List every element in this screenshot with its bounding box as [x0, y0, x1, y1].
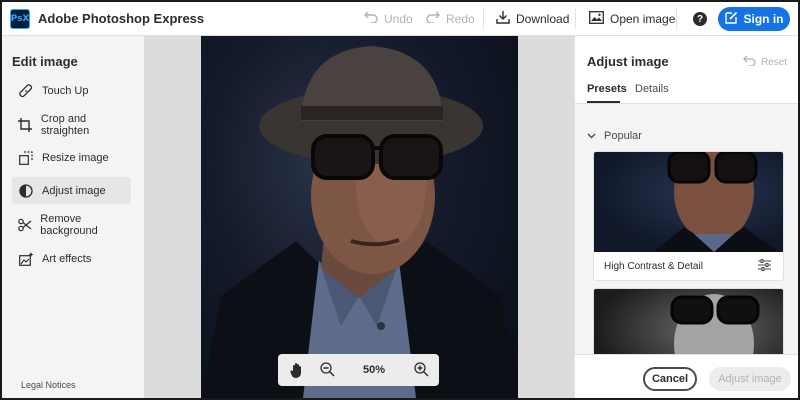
- redo-button[interactable]: Redo: [426, 2, 475, 35]
- edit-sidebar: Edit image Touch Up Crop and straighten …: [2, 36, 144, 398]
- chevron-down-icon: [587, 130, 596, 142]
- open-image-label: Open image: [610, 11, 676, 26]
- adjust-icon: [18, 183, 34, 199]
- legal-notices-link[interactable]: Legal Notices: [21, 380, 76, 390]
- sidebar-title: Edit image: [12, 54, 78, 69]
- sidebar-item-label: Touch Up: [42, 84, 89, 97]
- preset-card[interactable]: [593, 288, 784, 354]
- app-header: PsX Adobe Photoshop Express Undo Redo Do…: [2, 2, 798, 36]
- undo-button[interactable]: Undo: [364, 2, 413, 35]
- resize-icon: [18, 150, 34, 166]
- help-icon[interactable]: ?: [693, 12, 707, 26]
- reset-icon: [743, 55, 756, 69]
- sign-in-button[interactable]: Sign in: [718, 7, 790, 31]
- undo-label: Undo: [384, 11, 413, 26]
- undo-icon: [364, 11, 378, 26]
- sidebar-item-label: Resize image: [42, 151, 109, 164]
- app-title: Adobe Photoshop Express: [38, 11, 205, 26]
- download-button[interactable]: Download: [496, 2, 569, 35]
- reset-button[interactable]: Reset: [743, 55, 787, 69]
- edit-icon: [724, 11, 738, 27]
- zoom-out-icon[interactable]: [320, 362, 335, 380]
- sidebar-item-label: Adjust image: [42, 184, 106, 197]
- art-effects-icon: [18, 251, 34, 267]
- preset-card-high-contrast[interactable]: High Contrast & Detail: [593, 151, 784, 281]
- panel-footer: Cancel Adjust image: [575, 354, 798, 398]
- sidebar-item-touch-up[interactable]: Touch Up: [12, 77, 131, 104]
- edited-photo: [201, 36, 518, 398]
- header-divider: [676, 9, 677, 29]
- sliders-icon[interactable]: [758, 258, 771, 274]
- tab-details[interactable]: Details: [635, 83, 669, 95]
- preset-label: High Contrast & Detail: [604, 260, 703, 272]
- sidebar-item-resize[interactable]: Resize image: [12, 144, 131, 171]
- adjust-panel: Adjust image Reset Presets Details Popul…: [574, 36, 798, 398]
- app-window: PsX Adobe Photoshop Express Undo Redo Do…: [0, 0, 800, 400]
- download-icon: [496, 10, 510, 27]
- sidebar-item-label: Crop and straighten: [40, 112, 90, 137]
- image-canvas: 50%: [144, 36, 574, 398]
- redo-icon: [426, 11, 440, 26]
- popular-section-toggle[interactable]: Popular: [587, 130, 642, 142]
- presets-list[interactable]: Popular High Contrast & Detail: [575, 104, 798, 354]
- bandage-icon: [18, 83, 34, 99]
- sign-in-label: Sign in: [743, 12, 784, 26]
- zoom-level: 50%: [363, 364, 386, 376]
- reset-label: Reset: [761, 56, 788, 68]
- open-image-button[interactable]: Open image: [589, 2, 675, 35]
- app-logo: PsX: [10, 8, 30, 29]
- crop-icon: [18, 117, 33, 133]
- sidebar-item-label: Remove background: [40, 212, 98, 237]
- panel-title: Adjust image: [587, 54, 669, 69]
- tab-presets[interactable]: Presets: [587, 83, 627, 95]
- redo-label: Redo: [446, 11, 475, 26]
- preset-thumbnail: [594, 152, 783, 252]
- header-divider: [483, 9, 484, 29]
- sidebar-item-crop[interactable]: Crop and straighten: [12, 111, 131, 138]
- sidebar-item-art-effects[interactable]: Art effects: [12, 245, 131, 272]
- zoom-toolbar: 50%: [278, 354, 439, 386]
- adjust-image-button[interactable]: Adjust image: [709, 367, 791, 391]
- hand-icon[interactable]: [290, 362, 304, 381]
- cancel-button[interactable]: Cancel: [643, 367, 697, 391]
- preset-thumbnail: [594, 289, 783, 354]
- zoom-in-icon[interactable]: [414, 362, 429, 380]
- header-divider: [575, 9, 576, 29]
- section-label: Popular: [604, 130, 642, 142]
- sidebar-item-label: Art effects: [42, 252, 92, 265]
- download-label: Download: [516, 11, 570, 26]
- image-icon: [589, 10, 604, 27]
- sidebar-item-adjust[interactable]: Adjust image: [12, 177, 131, 204]
- sidebar-item-remove-background[interactable]: Remove background: [12, 211, 131, 238]
- scissors-icon: [18, 217, 32, 233]
